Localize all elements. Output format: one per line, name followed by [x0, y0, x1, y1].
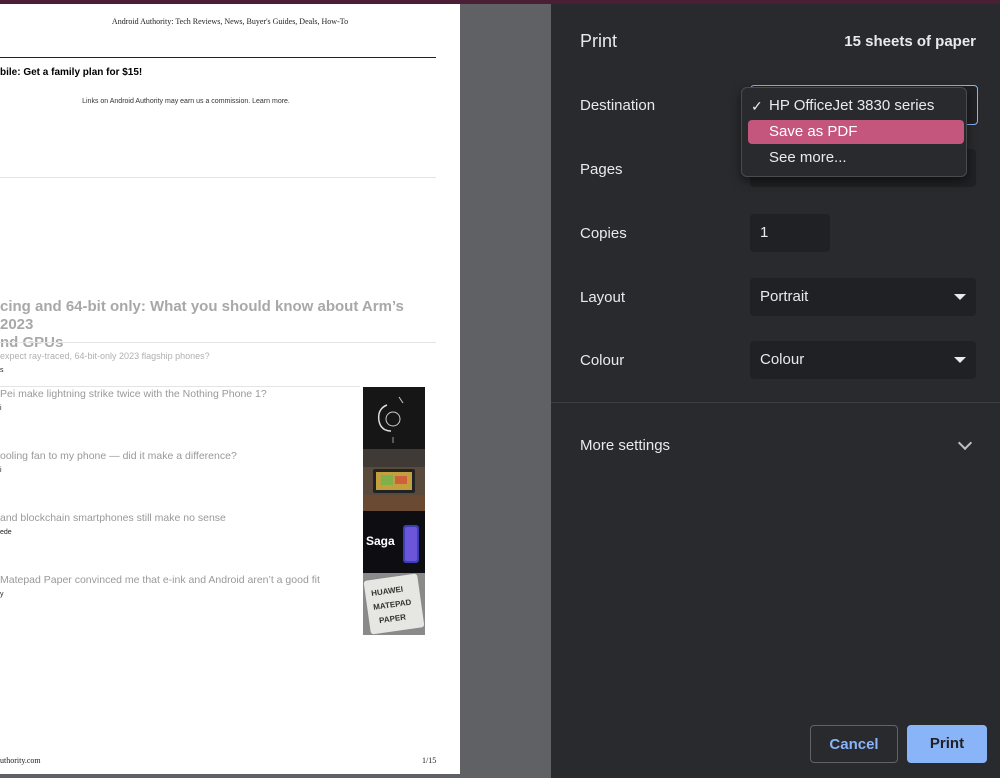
header-rule — [0, 57, 436, 58]
copies-label: Copies — [580, 225, 627, 242]
related-item-author: i — [0, 405, 2, 412]
related-item-author: i — [0, 467, 2, 474]
divider — [0, 386, 360, 387]
dropdown-caret-icon — [954, 357, 966, 363]
huawei-matepad-thumbnail: HUAWEI MATEPAD PAPER — [363, 573, 425, 635]
affiliate-disclaimer: Links on Android Authority may earn us a… — [82, 98, 290, 105]
layout-select[interactable]: Portrait — [750, 278, 976, 316]
destination-option-hp-officejet[interactable]: ✓ HP OfficeJet 3830 series — [748, 94, 964, 118]
article-author: s — [0, 367, 4, 374]
destination-option-save-as-pdf[interactable]: Save as PDF — [748, 120, 964, 144]
destination-dropdown-menu: ✓ HP OfficeJet 3830 series Save as PDF S… — [741, 87, 967, 177]
related-item-author: y — [0, 591, 4, 598]
divider — [0, 342, 436, 343]
copies-value: 1 — [760, 224, 769, 241]
option-label: Save as PDF — [769, 123, 858, 140]
option-label: HP OfficeJet 3830 series — [769, 97, 935, 114]
article-subline: expect ray-traced, 64-bit-only 2023 flag… — [0, 351, 210, 361]
layout-label: Layout — [580, 289, 626, 306]
destination-option-see-more[interactable]: See more... — [748, 146, 964, 170]
promo-banner: bile: Get a family plan for $15! — [0, 67, 143, 78]
related-item-author: ede — [0, 529, 12, 536]
article-headline: cing and 64-bit only: What you should kn… — [0, 298, 440, 352]
page-footer-url: uthority.com — [0, 756, 41, 765]
copies-input[interactable]: 1 — [750, 214, 830, 252]
section-divider — [551, 402, 1000, 403]
more-settings-toggle[interactable]: More settings — [580, 437, 670, 454]
print-title: Print — [580, 31, 618, 51]
chevron-down-icon[interactable] — [957, 435, 973, 451]
option-label: See more... — [769, 149, 847, 166]
headline-line-1: cing and 64-bit only: What you should kn… — [0, 298, 404, 333]
cooling-fan-thumbnail — [363, 449, 425, 511]
divider — [0, 177, 436, 178]
related-item-title: ooling fan to my phone — did it make a d… — [0, 450, 237, 462]
page-number: 1/15 — [422, 756, 437, 765]
dropdown-caret-icon — [954, 294, 966, 300]
colour-value: Colour — [760, 351, 805, 368]
colour-label: Colour — [580, 352, 625, 369]
related-item-title: Matepad Paper convinced me that e-ink an… — [0, 574, 320, 586]
sheet-count: 15 sheets of paper — [844, 33, 976, 50]
saga-phone-thumbnail: Saga — [363, 511, 425, 573]
colour-select[interactable]: Colour — [750, 341, 976, 379]
layout-value: Portrait — [760, 288, 809, 305]
page-header: Android Authority: Tech Reviews, News, B… — [111, 17, 349, 26]
cancel-button[interactable]: Cancel — [810, 725, 898, 763]
related-item-title: Pei make lightning strike twice with the… — [0, 388, 267, 400]
print-preview-page: Android Authority: Tech Reviews, News, B… — [0, 4, 460, 774]
checkmark-icon: ✓ — [751, 98, 763, 114]
print-button[interactable]: Print — [907, 725, 987, 763]
destination-label: Destination — [580, 97, 656, 114]
headline-line-2: nd GPUs — [0, 334, 64, 351]
saga-logo-text: Saga — [366, 534, 395, 548]
pages-label: Pages — [580, 161, 623, 178]
nothing-phone-thumbnail — [363, 387, 425, 449]
related-item-title: and blockchain smartphones still make no… — [0, 512, 226, 524]
